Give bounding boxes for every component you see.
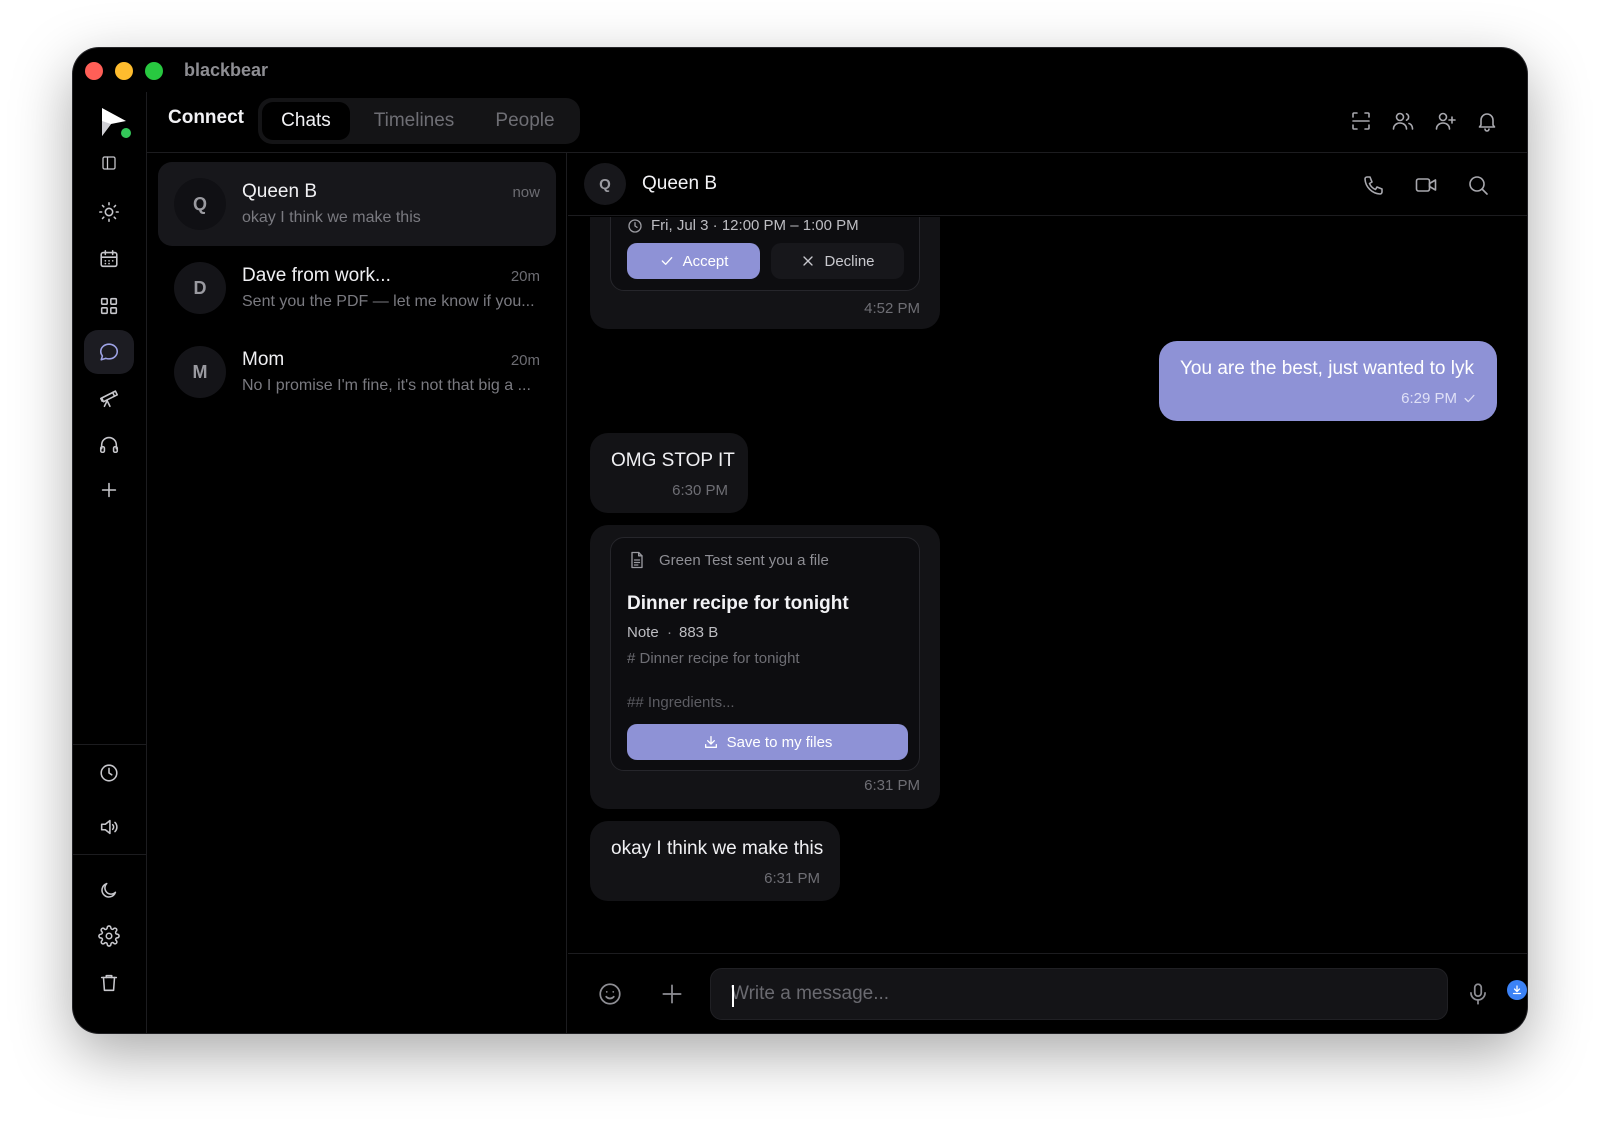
add-user-icon[interactable] [1433,109,1457,133]
app-title: blackbear [184,60,269,80]
trash-icon[interactable] [84,961,134,1005]
tab-chats[interactable]: Chats [262,102,350,140]
decline-button[interactable]: Decline [771,243,904,279]
save-label: Save to my files [726,733,833,751]
microphone-icon[interactable] [1465,981,1491,1007]
rail-divider [73,854,147,855]
event-card: Fri, Jul 3 · 12:00 PM – 1:00 PM Accept D… [610,217,920,291]
chat-time: now [512,184,540,201]
sidebar-toggle-icon[interactable] [84,144,134,182]
avatar[interactable]: Q [584,163,626,205]
file-title: Dinner recipe for tonight [627,593,849,614]
tab-bar: Chats Timelines People [258,98,580,144]
chat-list-item[interactable]: Q Queen B now okay I think we make this [158,162,556,246]
chat-name: Dave from work... [242,265,391,286]
chat-list-item[interactable]: D Dave from work... 20m Sent you the PDF… [158,246,556,330]
tab-timelines[interactable]: Timelines [354,102,474,140]
sun-icon[interactable] [84,190,134,234]
attach-plus-icon[interactable] [659,981,685,1007]
chat-time: 20m [510,268,540,285]
clock-icon[interactable] [84,751,134,795]
download-icon [704,736,717,748]
file-card: Green Test sent you a file Dinner recipe… [610,537,920,771]
close-icon [803,256,814,266]
chat-name: Mom [242,349,285,370]
avatar: D [174,262,226,314]
clock-icon [628,219,642,233]
event-time: Fri, Jul 3 · 12:00 PM – 1:00 PM [651,217,859,234]
emoji-icon[interactable] [597,981,623,1007]
search-icon[interactable] [1466,173,1490,197]
save-to-files-button[interactable]: Save to my files [627,724,908,760]
message-text: You are the best, just wanted to lyk [1180,358,1474,379]
separator-dot: · [667,624,672,641]
rail-divider [73,744,147,745]
message-time: 6:31 PM [764,870,820,887]
chat-list-item[interactable]: M Mom 20m No I promise I'm fine, it's no… [158,330,556,414]
decline-label: Decline [824,252,875,270]
conversation-pane: Q Queen B Fri, Jul 3 · 12:00 PM – 1:00 P… [568,153,1527,1033]
scan-icon[interactable] [1349,109,1373,133]
chat-list: Q Queen B now okay I think we make this … [147,153,567,1033]
event-invite-message: Fri, Jul 3 · 12:00 PM – 1:00 PM Accept D… [590,217,940,329]
chat-preview: Sent you the PDF — let me know if you... [242,293,535,310]
gear-icon[interactable] [84,914,134,958]
message-time: 6:31 PM [864,777,920,794]
app-logo-icon[interactable] [97,104,133,140]
conversation-header: Q Queen B [568,153,1527,216]
message-input-box[interactable] [710,968,1448,1020]
text-caret [732,985,734,1007]
tab-people[interactable]: People [476,102,574,140]
chat-time: 20m [510,352,540,369]
document-icon [631,551,643,569]
file-size: 883 B [679,624,719,641]
avatar: Q [174,178,226,230]
zoom-window-button[interactable] [145,62,163,80]
chat-bubble-icon[interactable] [84,330,134,374]
accept-label: Accept [682,252,729,270]
download-badge-icon[interactable] [1507,980,1527,1000]
contact-name[interactable]: Queen B [642,173,717,195]
file-preview-line: # Dinner recipe for tonight [627,650,800,667]
chat-preview: No I promise I'm fine, it's not that big… [242,377,531,394]
title-bar: blackbear [73,48,1527,92]
incoming-message: okay I think we make this 6:31 PM [590,821,840,901]
plus-icon[interactable] [84,468,134,512]
speaker-icon[interactable] [84,805,134,849]
app-window: blackbear Connect Chats Timelines People… [73,48,1527,1033]
moon-icon[interactable] [84,868,134,912]
minimize-window-button[interactable] [115,62,133,80]
accept-button[interactable]: Accept [627,243,760,279]
message-time: 6:30 PM [672,482,728,499]
chat-preview: okay I think we make this [242,209,421,226]
message-composer [568,953,1527,1033]
headphones-icon[interactable] [84,422,134,466]
bell-icon[interactable] [1475,109,1499,133]
chat-name: Queen B [242,181,317,202]
grid-icon[interactable] [84,284,134,328]
message-text: OMG STOP IT [611,450,735,471]
outgoing-message: You are the best, just wanted to lyk 6:2… [1159,341,1497,421]
calendar-icon[interactable] [84,237,134,281]
message-time: 6:29 PM [1401,390,1457,407]
message-text: okay I think we make this [611,838,824,859]
phone-icon[interactable] [1362,173,1386,197]
message-input[interactable] [731,969,1421,1019]
check-icon [661,257,672,265]
incoming-message: OMG STOP IT 6:30 PM [590,433,748,513]
avatar: M [174,346,226,398]
file-type: Note [627,624,659,641]
video-icon[interactable] [1414,173,1438,197]
message-list: Fri, Jul 3 · 12:00 PM – 1:00 PM Accept D… [568,217,1527,941]
file-message: Green Test sent you a file Dinner recipe… [590,525,940,809]
telescope-icon[interactable] [84,376,134,420]
group-icon[interactable] [1391,109,1415,133]
section-title: Connect [168,107,244,128]
left-rail [73,92,147,1033]
sent-check-icon [1464,394,1475,403]
message-time: 4:52 PM [864,300,920,317]
file-sender: Green Test sent you a file [659,552,829,569]
close-window-button[interactable] [85,62,103,80]
file-preview-line: ## Ingredients... [627,694,735,711]
